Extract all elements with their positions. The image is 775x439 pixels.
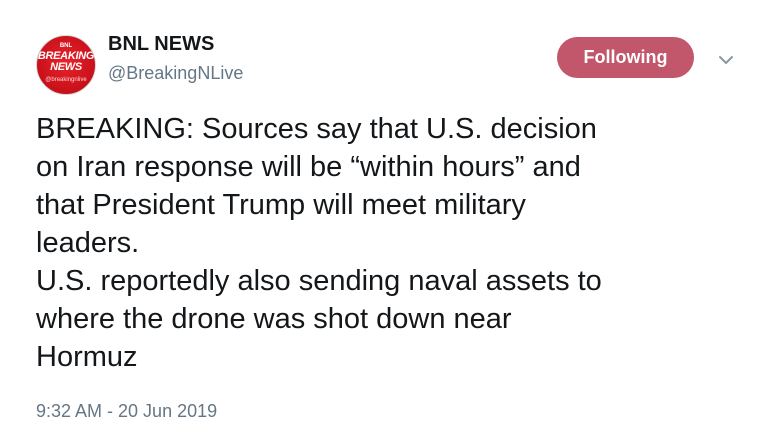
following-button[interactable]: Following: [557, 37, 694, 78]
avatar-logo-handle: @breakingnlive: [45, 77, 87, 83]
tweet-text-line: Hormuz: [36, 341, 138, 373]
avatar-logo-small-text: BNL: [59, 43, 73, 49]
tweet-text-line: on Iran response will be “within hours” …: [36, 151, 581, 183]
chevron-down-icon[interactable]: [717, 54, 735, 66]
tweet-text: BREAKING: Sources say that U.S. decision…: [36, 110, 756, 376]
tweet-card: BNL BREAKING NEWS @breakingnlive BNL NEW…: [0, 0, 775, 439]
tweet-text-line: BREAKING: Sources say that U.S. decision: [36, 113, 597, 145]
tweet-text-line: U.S. reportedly also sending naval asset…: [36, 265, 602, 297]
tweet-text-line: that President Trump will meet military: [36, 189, 526, 221]
tweet-text-line: where the drone was shot down near: [36, 303, 512, 335]
user-handle[interactable]: @BreakingNLive: [108, 63, 243, 84]
tweet-timestamp[interactable]: 9:32 AM - 20 Jun 2019: [36, 401, 217, 422]
avatar-logo-line2: NEWS: [50, 61, 82, 73]
display-name[interactable]: BNL NEWS: [108, 33, 214, 56]
tweet-text-line: leaders.: [36, 227, 140, 259]
avatar[interactable]: BNL BREAKING NEWS @breakingnlive: [36, 35, 96, 95]
